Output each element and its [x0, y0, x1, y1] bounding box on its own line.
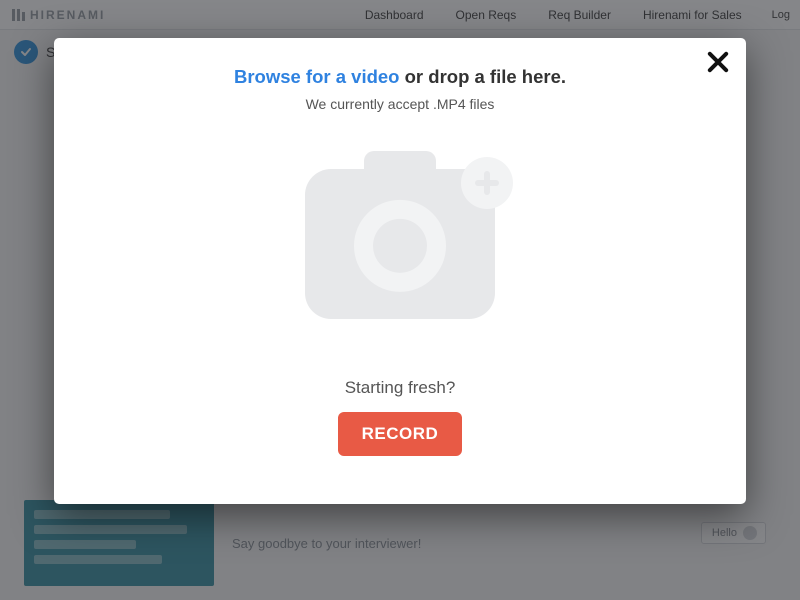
browse-link[interactable]: Browse for a video: [234, 66, 400, 87]
or-drop-text: or drop a file here.: [399, 66, 566, 87]
close-icon: [704, 48, 732, 76]
accept-note: We currently accept .MP4 files: [306, 96, 495, 112]
upload-video-modal: Browse for a video or drop a file here. …: [54, 38, 746, 504]
modal-overlay[interactable]: Browse for a video or drop a file here. …: [0, 0, 800, 600]
upload-headline: Browse for a video or drop a file here.: [234, 66, 566, 88]
fresh-prompt: Starting fresh?: [345, 378, 456, 398]
plus-icon: [461, 157, 513, 209]
close-button[interactable]: [704, 48, 732, 76]
record-button[interactable]: RECORD: [338, 412, 463, 456]
camera-icon: [305, 169, 495, 319]
dropzone[interactable]: [295, 154, 505, 334]
